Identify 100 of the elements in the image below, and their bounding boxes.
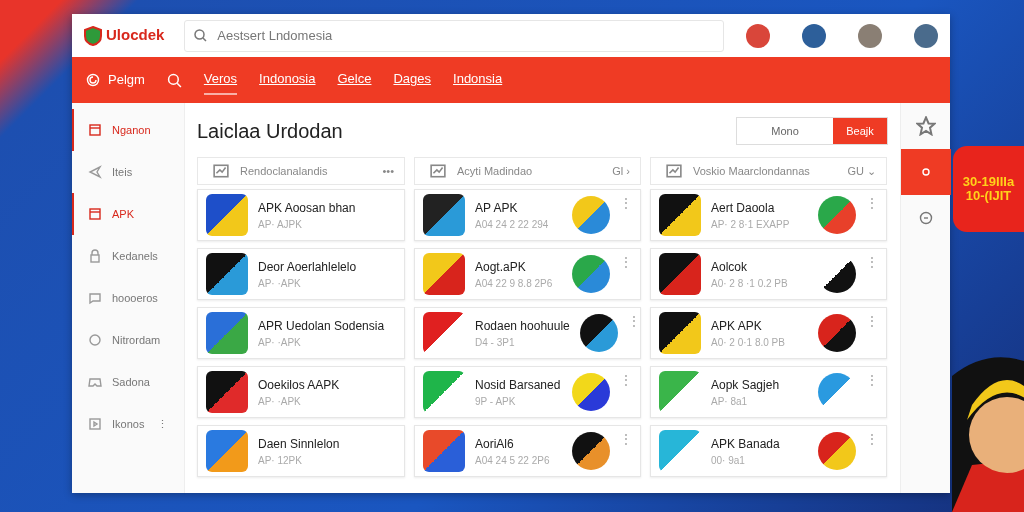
brand-label[interactable]: Pelgm <box>108 70 145 90</box>
more-menu-icon[interactable]: ⋮ <box>620 371 632 389</box>
minus-circle-icon <box>918 211 933 225</box>
app-badge-icon <box>572 373 610 411</box>
search-icon <box>166 72 182 88</box>
app-meta: A04 24 5 22 2P6 <box>475 453 550 468</box>
app-icon <box>206 430 248 472</box>
more-menu-icon[interactable]: ⋮ <box>866 194 878 212</box>
column-action[interactable]: ••• <box>382 162 394 180</box>
app-meta: AP· 12PK <box>258 453 303 468</box>
column-title: Acyti Madindao <box>457 163 533 179</box>
app-icon <box>206 312 248 354</box>
app-meta: AP· ·APK <box>258 394 302 409</box>
more-menu-icon[interactable]: ⋮ <box>866 430 878 448</box>
column-action[interactable]: GU ⌄ <box>847 162 876 180</box>
app-icon <box>206 194 248 236</box>
app-name: Nosid Barsaned <box>475 376 561 394</box>
app-card[interactable]: APR Uedolan Sodensia AP· ·APK <box>197 307 405 359</box>
square-icon <box>88 207 102 221</box>
app-badge-icon <box>818 432 856 470</box>
nav-link[interactable]: Gelce <box>337 65 372 95</box>
app-name: APK Aoosan bhan <box>258 199 356 217</box>
app-card[interactable]: APK Banada 00· 9a1 ⋮ <box>650 425 887 477</box>
app-card[interactable]: Aert Daoola AP· 2 8·1 EXAPP ⋮ <box>650 189 887 241</box>
app-name: Aolcok <box>711 258 749 276</box>
chart-icon <box>212 163 230 179</box>
app-badge-icon <box>572 255 610 293</box>
nav-link[interactable]: Veros <box>203 65 238 95</box>
app-name: APR Uedolan Sodensia <box>258 317 385 335</box>
app-name: AoriAl6 <box>475 435 515 453</box>
app-name: APK Banada <box>711 435 780 453</box>
more-menu-icon[interactable]: ⋮ <box>866 371 878 389</box>
chart-icon <box>665 163 683 179</box>
send-icon <box>88 165 102 179</box>
toggle-option[interactable]: Beajk <box>833 118 887 144</box>
app-card[interactable]: Aolcok A0· 2 8 ·1 0.2 PB ⋮ <box>650 248 887 300</box>
promo-text: 30-19IIIa <box>962 174 1015 189</box>
app-card[interactable]: AoriAl6 A04 24 5 22 2P6 ⋮ <box>414 425 641 477</box>
app-name: Rodaen hoohuule <box>475 317 570 335</box>
app-card[interactable]: APK Aoosan bhan AP· AJPK <box>197 189 405 241</box>
column-title: Rendoclanalandis <box>240 163 328 179</box>
app-meta: D4 - 3P1 <box>475 335 516 350</box>
app-card[interactable]: Aopk Sagjeh AP· 8a1 ⋮ <box>650 366 887 418</box>
avatar[interactable] <box>914 23 938 48</box>
app-icon <box>206 253 248 295</box>
more-menu-icon[interactable]: ⋮ <box>620 430 632 448</box>
swirl-icon <box>86 73 100 87</box>
more-menu-icon[interactable]: ⋮ <box>627 312 640 330</box>
nav-link[interactable]: Indonosia <box>259 65 316 95</box>
app-card[interactable]: APK APK A0· 2 0·1 8.0 PB ⋮ <box>650 307 887 359</box>
chat-icon <box>88 291 102 305</box>
shield-logo-icon <box>84 25 102 46</box>
nav-link[interactable]: Indonsia <box>453 65 503 95</box>
app-icon <box>423 430 465 472</box>
avatar[interactable] <box>746 23 770 48</box>
search-field[interactable]: Aestsert Lndomesia <box>184 19 725 52</box>
sidebar-item[interactable]: Iteis <box>72 151 184 193</box>
more-menu-icon[interactable]: ⋮ <box>620 194 632 212</box>
app-icon <box>659 194 701 236</box>
more-menu-icon[interactable]: ⋮ <box>866 253 878 271</box>
app-badge-icon <box>579 314 618 352</box>
app-icon <box>206 371 248 413</box>
more-menu-icon[interactable]: ⋮ <box>157 415 168 433</box>
app-meta: AP· ·APK <box>258 276 302 291</box>
app-meta: AP· 2 8·1 EXAPP <box>711 217 790 232</box>
rail-button[interactable] <box>900 149 951 195</box>
sidebar-item[interactable]: Sadona <box>72 361 184 403</box>
sidebar-item[interactable]: APK <box>72 193 184 235</box>
lock-icon <box>88 249 102 263</box>
app-badge-icon <box>818 314 856 352</box>
app-card[interactable]: Aogt.aPK A04 22 9 8.8 2P6 ⋮ <box>414 248 641 300</box>
sidebar-item[interactable]: Nganon <box>72 109 184 151</box>
more-menu-icon[interactable]: ⋮ <box>866 312 878 330</box>
sidebar-item[interactable]: Ikonos ⋮ <box>72 403 184 445</box>
nav-link[interactable]: Dages <box>393 65 432 95</box>
sidebar-item[interactable]: Kedanels <box>72 235 184 277</box>
app-card[interactable]: Rodaen hoohuule D4 - 3P1 ⋮ <box>414 307 641 359</box>
app-card[interactable]: Deor Aoerlahlelelo AP· ·APK <box>197 248 405 300</box>
app-meta: A0· 2 0·1 8.0 PB <box>711 335 785 350</box>
app-card[interactable]: Ooekilos AAPK AP· ·APK <box>197 366 405 418</box>
app-meta: AP· 8a1 <box>711 394 749 409</box>
app-card[interactable]: Nosid Barsaned 9P - APK ⋮ <box>414 366 641 418</box>
app-name: Daen Sinnlelon <box>258 435 340 453</box>
app-icon <box>423 194 465 236</box>
avatar[interactable] <box>802 23 826 48</box>
app-meta: A0· 2 8 ·1 0.2 PB <box>711 276 788 291</box>
sidebar-item[interactable]: hoooeros <box>72 277 184 319</box>
column-title: Voskio Maarclondannas <box>693 163 810 179</box>
sidebar-item[interactable]: Nitrordam <box>72 319 184 361</box>
promo-text: 10-(IJIT <box>965 189 1012 204</box>
avatar[interactable] <box>858 23 882 48</box>
circle-icon <box>88 333 102 347</box>
play-icon <box>88 417 102 431</box>
column-action[interactable]: Gl › <box>612 162 630 180</box>
app-card[interactable]: Daen Sinnlelon AP· 12PK <box>197 425 405 477</box>
app-icon <box>659 312 701 354</box>
app-name: APK APK <box>711 317 763 335</box>
square-icon <box>88 123 102 137</box>
more-menu-icon[interactable]: ⋮ <box>620 253 632 271</box>
app-card[interactable]: AP APK A04 24 2 22 294 ⋮ <box>414 189 641 241</box>
